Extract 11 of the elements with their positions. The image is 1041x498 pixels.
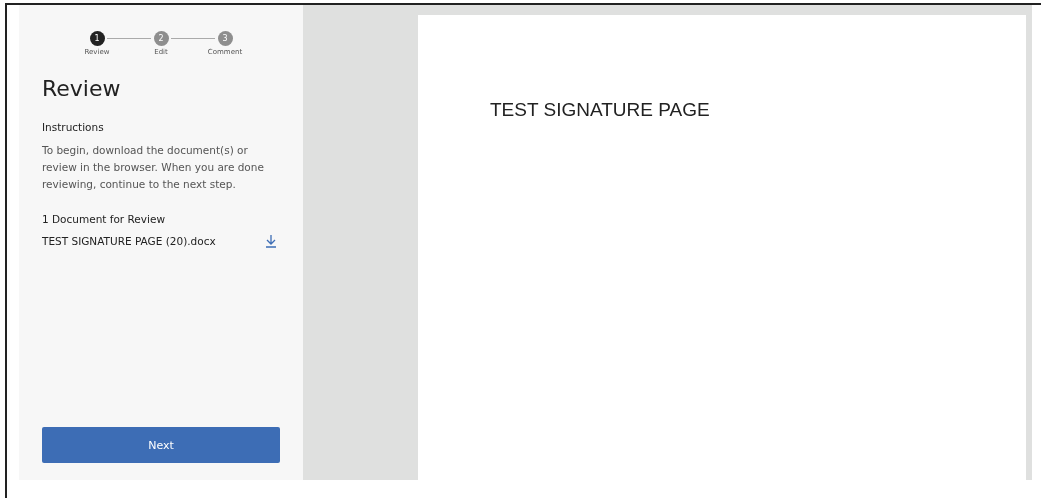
step-number[interactable]: 3 (217, 31, 233, 46)
next-button[interactable]: Next (42, 427, 280, 463)
section-heading: 1 Document for Review (42, 213, 166, 225)
page-title: Review (42, 76, 122, 101)
instructions-text: To begin, download the document(s) or review in the browser. When you are done reviewing, continue to the next step. (42, 143, 265, 192)
download-icon[interactable] (265, 234, 277, 248)
document-heading: TEST SIGNATURE PAGE (490, 99, 711, 121)
step-number[interactable]: 2 (153, 31, 169, 46)
section-heading: Instructions (42, 121, 105, 133)
document-name[interactable]: TEST SIGNATURE PAGE (20).docx (42, 235, 216, 247)
step-number[interactable]: 1 (89, 31, 105, 46)
